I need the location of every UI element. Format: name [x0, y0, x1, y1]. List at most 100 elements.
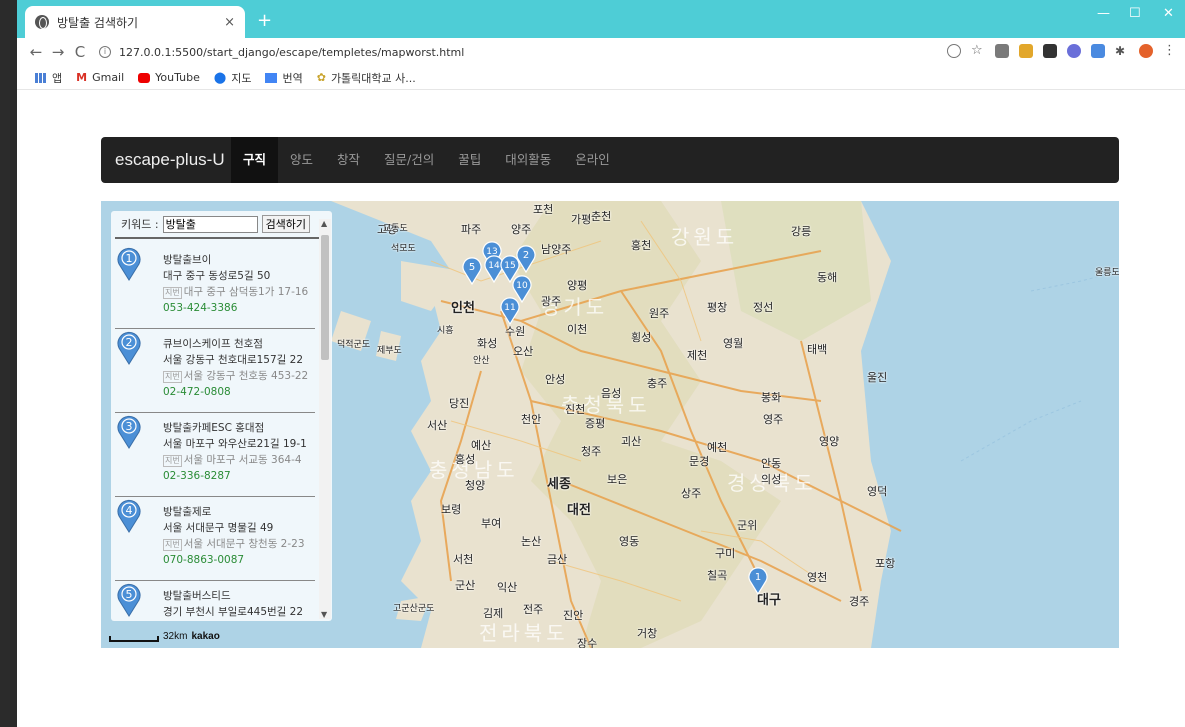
list-item[interactable]: 5 방탈출버스티드 경기 부천시 부일로445번길 22	[115, 581, 315, 621]
keyword-label: 키워드 :	[121, 218, 159, 231]
info-icon[interactable]: i	[99, 46, 111, 58]
city-label: 영덕	[867, 486, 888, 498]
place-name: 방탈출카페ESC 홍대점	[163, 422, 265, 434]
bookmark-translate[interactable]: 번역	[265, 70, 303, 86]
svg-text:5: 5	[126, 588, 133, 601]
city-label: 영양	[819, 436, 840, 448]
tab-close-button[interactable]: ×	[224, 15, 235, 30]
map-marker[interactable]: 5	[461, 255, 483, 285]
city-label: 원주	[649, 308, 670, 320]
map-marker[interactable]: 11	[499, 295, 521, 325]
nav-item-activities[interactable]: 대외활동	[493, 137, 563, 183]
search-row: 키워드 : 검색하기	[115, 211, 328, 239]
city-label: 이천	[567, 324, 588, 336]
translate-icon	[265, 72, 278, 83]
city-label: 인천	[451, 300, 475, 315]
city-label: 홍성	[455, 454, 476, 466]
city-label: 강릉	[791, 226, 812, 238]
extension-icon[interactable]	[1043, 44, 1057, 58]
svg-text:2: 2	[523, 250, 529, 261]
svg-text:15: 15	[504, 261, 515, 271]
phone-number: 02-336-8287	[163, 470, 231, 482]
pin-icon: 3	[117, 415, 141, 449]
city-label: 남양주	[541, 244, 572, 256]
nav-item-qna[interactable]: 질문/건의	[372, 137, 446, 183]
kakao-logo: kakao	[191, 631, 220, 642]
scale-label: 32km	[163, 631, 188, 642]
bookmark-catholic[interactable]: ✿ 가톨릭대학교 사...	[317, 70, 416, 86]
site-navbar: escape-plus-U 구직 양도 창작 질문/건의 꿀팁 대외활동 온라인	[101, 137, 1119, 183]
list-item[interactable]: 4 방탈출제로 서울 서대문구 명물길 49 지번 서울 서대문구 창천동 2-2…	[115, 497, 315, 581]
bookmark-apps[interactable]: 앱	[35, 70, 62, 86]
city-label: 문경	[689, 456, 710, 468]
city-label: 서천	[453, 554, 474, 566]
extension-icon[interactable]	[1067, 44, 1081, 58]
pin-icon: 2	[117, 331, 141, 365]
results-scrollbar[interactable]: ▲ ▼	[319, 219, 331, 619]
browser-tab[interactable]: 방탈출 검색하기 ×	[25, 6, 245, 38]
zoom-icon[interactable]	[947, 44, 961, 58]
city-label: 서산	[427, 420, 448, 432]
city-label: 보은	[607, 474, 628, 486]
puzzle-icon[interactable]: ✱	[1115, 44, 1129, 58]
keyword-input[interactable]	[162, 215, 258, 233]
search-panel: 키워드 : 검색하기 1 방탈출브이 대구 중구 동성로5길 50 지번대구 중…	[111, 211, 332, 621]
city-label: 음성	[601, 388, 622, 400]
map-view[interactable]: 강원도 경기도 충청북도 충청남도 경상북도 전라북도 포천 춘천 파주 양주 …	[101, 201, 1119, 648]
brand-logo[interactable]: escape-plus-U	[101, 150, 231, 170]
nav-item-online[interactable]: 온라인	[563, 137, 622, 183]
city-label: 천안	[521, 414, 542, 426]
city-label: 교동도	[383, 223, 408, 233]
jibun-address: 지번 서울 마포구 서교동 364-4	[163, 454, 302, 467]
reload-button[interactable]: C	[69, 43, 91, 61]
extension-icon[interactable]	[1019, 44, 1033, 58]
star-icon[interactable]: ☆	[971, 44, 985, 58]
close-window-button[interactable]: ✕	[1163, 6, 1174, 21]
city-label: 포천	[533, 204, 554, 216]
back-button[interactable]: ←	[25, 43, 47, 61]
city-label: 거창	[637, 628, 658, 640]
new-tab-button[interactable]: +	[257, 10, 272, 31]
map-marker[interactable]: 1	[747, 565, 769, 595]
city-label: 태백	[807, 344, 828, 356]
city-label: 장수	[577, 638, 598, 648]
city-label: 안산	[473, 355, 490, 365]
forward-button[interactable]: →	[47, 43, 69, 61]
map-marker[interactable]: 2	[515, 243, 537, 273]
city-label: 영천	[807, 572, 828, 584]
scroll-down-icon[interactable]: ▼	[321, 610, 327, 619]
bookmark-youtube[interactable]: YouTube	[138, 71, 200, 84]
city-label: 안동	[761, 458, 782, 470]
phone-number: 02-472-0808	[163, 386, 231, 398]
bookmark-gmail[interactable]: M Gmail	[76, 71, 124, 84]
city-label: 증평	[585, 418, 606, 430]
nav-item-jobs[interactable]: 구직	[231, 137, 279, 183]
extension-icon[interactable]	[1091, 44, 1105, 58]
url-text: 127.0.0.1:5500/start_django/escape/templ…	[119, 45, 465, 59]
scroll-thumb[interactable]	[321, 235, 329, 360]
city-label: 울릉도	[1095, 267, 1119, 277]
list-item[interactable]: 1 방탈출브이 대구 중구 동성로5길 50 지번 대구 중구 삼덕동1가 17-…	[115, 245, 315, 329]
city-label: 시흥	[437, 325, 454, 335]
nav-item-transfer[interactable]: 양도	[278, 137, 325, 183]
profile-avatar[interactable]	[1139, 44, 1153, 58]
list-item[interactable]: 2 큐브이스케이프 천호점 서울 강동구 천호대로157길 22 지번 서울 강동…	[115, 329, 315, 413]
scroll-up-icon[interactable]: ▲	[321, 219, 327, 228]
desktop-edge	[0, 0, 17, 727]
address-bar[interactable]: i 127.0.0.1:5500/start_django/escape/tem…	[99, 46, 464, 59]
minimize-button[interactable]: —	[1097, 6, 1110, 21]
nav-item-tips[interactable]: 꿀팁	[446, 137, 493, 183]
city-label: 제부도	[377, 345, 402, 355]
city-label: 영동	[619, 536, 640, 548]
search-button[interactable]: 검색하기	[261, 215, 311, 233]
bookmark-maps[interactable]: ⬤ 지도	[214, 70, 252, 86]
nav-item-creation[interactable]: 창작	[325, 137, 372, 183]
phone-number: 053-424-3386	[163, 302, 238, 314]
extension-icon[interactable]	[995, 44, 1009, 58]
menu-icon[interactable]: ⋮	[1163, 44, 1177, 58]
svg-text:2: 2	[126, 336, 133, 349]
list-item[interactable]: 3 방탈출카페ESC 홍대점 서울 마포구 와우산로21길 19-1 지번 서울 …	[115, 413, 315, 497]
city-label: 세종	[547, 476, 571, 491]
extension-icons: ☆ ✱ ⋮	[947, 44, 1177, 58]
maximize-button[interactable]: ☐	[1129, 6, 1141, 21]
